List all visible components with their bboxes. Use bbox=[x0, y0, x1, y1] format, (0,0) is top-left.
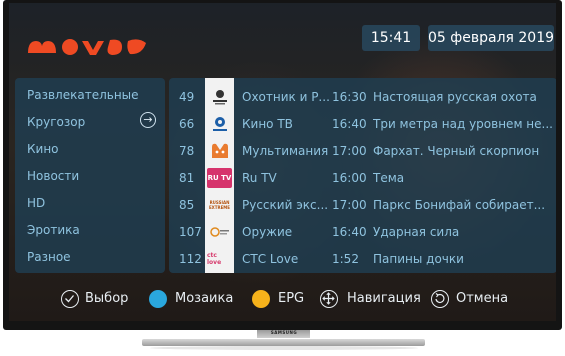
program-title: Тема bbox=[373, 171, 405, 185]
ctc-love-logo-icon: ctc love bbox=[207, 249, 232, 269]
tv-screen: 15:41 05 февраля 2019 Развлекательные Кр… bbox=[9, 3, 556, 321]
category-item-news[interactable]: Новости bbox=[27, 169, 79, 183]
channel-number: 85 bbox=[179, 198, 195, 212]
date-display: 05 февраля 2019 bbox=[428, 25, 554, 51]
back-circle-icon bbox=[431, 290, 449, 308]
channel-number: 112 bbox=[179, 252, 202, 266]
program-time: 16:00 bbox=[332, 171, 367, 185]
program-time: 17:00 bbox=[332, 144, 367, 158]
blue-circle-icon bbox=[149, 290, 167, 308]
tv-brand-badge: SAMSUNG bbox=[270, 330, 298, 335]
channel-name: Русский экс... bbox=[242, 198, 329, 212]
program-title: Папины дочки bbox=[373, 252, 464, 266]
channel-row[interactable]: 78 Мультимания 17:00 Фархат. Черный скор… bbox=[169, 138, 556, 164]
legend-navigation-label: Навигация bbox=[347, 291, 421, 306]
category-item-hd[interactable]: HD bbox=[27, 196, 45, 210]
legend-select-label: Выбор bbox=[85, 291, 129, 306]
tv-stand-base bbox=[142, 339, 425, 346]
program-title: Ударная сила bbox=[373, 225, 460, 239]
channel-name: Мультимания bbox=[242, 144, 329, 158]
program-title: Паркс Бонифай собирает... bbox=[373, 198, 546, 212]
channel-name: Охотник и Р... bbox=[242, 90, 330, 104]
multimania-logo-icon bbox=[207, 141, 232, 161]
legend-mosaic-label: Мозаика bbox=[175, 291, 234, 306]
category-item-entertainment[interactable]: Развлекательные bbox=[27, 88, 139, 102]
channel-number: 66 bbox=[179, 117, 195, 131]
channel-name: Оружие bbox=[242, 225, 293, 239]
program-title: Три метра над уровнем не... bbox=[373, 117, 553, 131]
channel-number: 107 bbox=[179, 225, 202, 239]
channel-row[interactable]: 107 Оружие 16:40 Ударная сила bbox=[169, 219, 556, 245]
yellow-circle-icon bbox=[252, 290, 270, 308]
channel-name: СТС Love bbox=[242, 252, 299, 266]
category-item-kino[interactable]: Кино bbox=[27, 142, 59, 156]
channel-number: 78 bbox=[179, 144, 195, 158]
program-title: Фархат. Черный скорпион bbox=[373, 144, 540, 158]
channel-list: 49 Охотник и Р... 16:30 Настоящая русска… bbox=[169, 78, 556, 273]
oruzhie-logo-icon bbox=[207, 222, 232, 242]
channel-row[interactable]: 112 ctc love СТС Love 1:52 Папины дочки bbox=[169, 246, 556, 272]
program-time: 16:30 bbox=[332, 90, 367, 104]
program-time: 16:40 bbox=[332, 117, 367, 131]
category-item-kругozor[interactable]: Кругозор bbox=[27, 115, 85, 129]
tv-stand-shadow bbox=[150, 346, 418, 350]
channel-name: Кино ТВ bbox=[242, 117, 293, 131]
arrow-right-circle-icon[interactable]: → bbox=[140, 112, 156, 128]
program-title: Настоящая русская охота bbox=[373, 90, 537, 104]
category-list: Развлекательные Кругозор → Кино Новости … bbox=[15, 78, 165, 273]
program-time: 16:40 bbox=[332, 225, 367, 239]
channel-name: Ru TV bbox=[242, 171, 277, 185]
channel-number: 49 bbox=[179, 90, 195, 104]
clock-display: 15:41 bbox=[362, 25, 420, 51]
channel-row[interactable]: 66 Кино ТВ 16:40 Три метра над уровнем н… bbox=[169, 111, 556, 137]
russian-extreme-logo-icon: RUSSIAN EXTREME bbox=[207, 195, 232, 215]
legend-epg-label: EPG bbox=[278, 291, 305, 306]
category-item-misc[interactable]: Разное bbox=[27, 250, 71, 264]
remote-legend: Выбор Мозаика EPG Навигация Отмена bbox=[9, 287, 556, 311]
movix-logo bbox=[28, 39, 146, 55]
program-time: 17:00 bbox=[332, 198, 367, 212]
ru-tv-logo-icon: RU TV bbox=[207, 168, 232, 188]
hunter-fisher-channel-logo-icon bbox=[207, 87, 232, 107]
legend-cancel-label: Отмена bbox=[456, 291, 509, 306]
check-circle-icon bbox=[61, 290, 79, 308]
channel-row[interactable]: 49 Охотник и Р... 16:30 Настоящая русска… bbox=[169, 84, 556, 110]
navigation-cross-icon bbox=[320, 290, 338, 308]
program-time: 1:52 bbox=[332, 252, 359, 266]
kino-tv-logo-icon bbox=[207, 114, 232, 134]
channel-number: 81 bbox=[179, 171, 195, 185]
channel-row[interactable]: 85 RUSSIAN EXTREME Русский экс... 17:00 … bbox=[169, 192, 556, 218]
channel-row[interactable]: 81 RU TV Ru TV 16:00 Тема bbox=[169, 165, 556, 191]
category-item-erotica[interactable]: Эротика bbox=[27, 223, 80, 237]
